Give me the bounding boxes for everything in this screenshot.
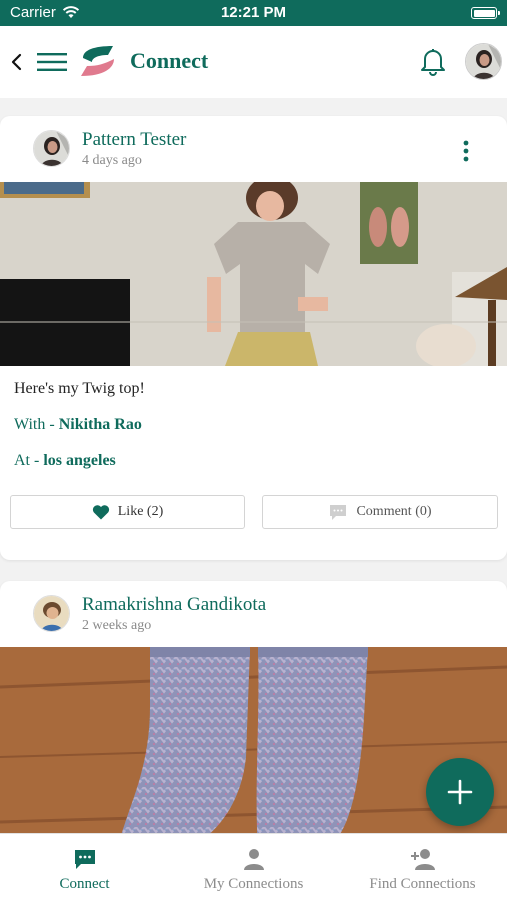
comment-label: Comment (0) <box>356 504 432 519</box>
at-label: At - <box>14 452 40 469</box>
status-time: 12:21 PM <box>220 4 287 21</box>
notification-bell-icon[interactable] <box>419 46 447 76</box>
location-line: At - los angeles <box>14 452 116 470</box>
app-header: Connect <box>0 26 507 98</box>
location-link[interactable]: los angeles <box>43 452 115 469</box>
author-avatar[interactable] <box>33 130 70 167</box>
like-label: Like (2) <box>117 504 164 519</box>
post-photo[interactable] <box>0 182 507 366</box>
post-timestamp: 2 weeks ago <box>82 618 152 633</box>
tab-connect-label: Connect <box>59 876 110 892</box>
post-feed[interactable]: Pattern Tester 4 days ago Here's my Twig… <box>0 98 507 833</box>
post-card: Pattern Tester 4 days ago Here's my Twig… <box>0 116 507 560</box>
tab-my-connections[interactable]: My Connections <box>169 834 338 900</box>
heart-icon <box>92 505 109 520</box>
person-icon <box>243 849 264 870</box>
tab-connect[interactable]: Connect <box>0 834 169 900</box>
author-avatar[interactable] <box>33 595 70 632</box>
app-logo-icon <box>81 46 114 76</box>
app-title: Connect <box>130 48 209 73</box>
more-options-icon[interactable] <box>463 140 469 162</box>
post-author-name[interactable]: Pattern Tester <box>82 129 186 151</box>
tagged-person-link[interactable]: Nikitha Rao <box>59 416 142 433</box>
with-label: With - <box>14 416 55 433</box>
tab-my-connections-label: My Connections <box>203 876 304 892</box>
post-caption: Here's my Twig top! <box>14 380 145 397</box>
chat-bubble-icon <box>74 850 95 869</box>
back-icon[interactable] <box>8 50 26 74</box>
hamburger-menu-icon[interactable] <box>37 52 67 72</box>
bottom-navigation: Connect My Connections Find Connections <box>0 833 507 900</box>
comment-button[interactable]: Comment (0) <box>262 495 498 529</box>
tagged-with: With - Nikitha Rao <box>14 416 142 434</box>
status-bar: Carrier 12:21 PM <box>0 0 507 26</box>
create-post-button[interactable] <box>426 758 494 826</box>
comment-icon <box>330 505 347 520</box>
add-person-icon <box>410 849 435 870</box>
like-button[interactable]: Like (2) <box>10 495 245 529</box>
battery-icon <box>471 7 500 19</box>
tab-find-connections[interactable]: Find Connections <box>338 834 507 900</box>
plus-icon <box>447 779 473 805</box>
tab-find-connections-label: Find Connections <box>369 876 476 892</box>
post-timestamp: 4 days ago <box>82 153 142 168</box>
post-author-name[interactable]: Ramakrishna Gandikota <box>82 594 266 616</box>
profile-avatar[interactable] <box>465 43 502 80</box>
